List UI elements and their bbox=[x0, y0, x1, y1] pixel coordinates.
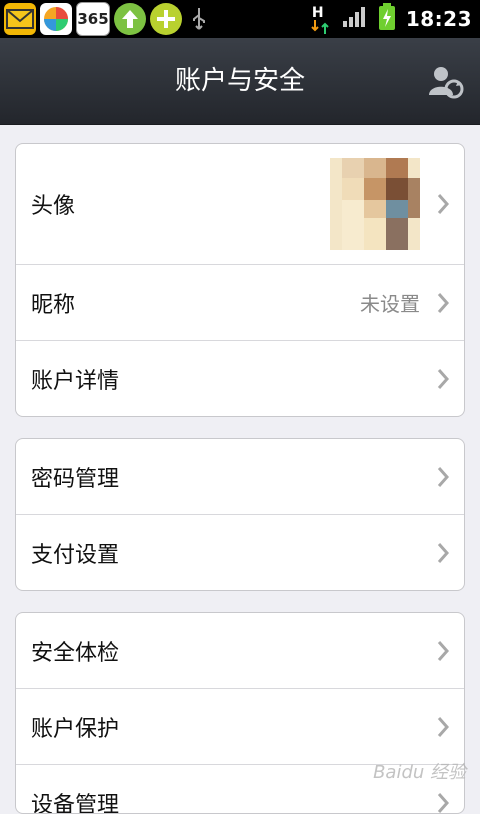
chevron-right-icon bbox=[437, 194, 450, 214]
colorful-app-icon bbox=[40, 3, 72, 35]
security-check-label: 安全体检 bbox=[31, 640, 120, 666]
network-letter: H bbox=[311, 5, 324, 21]
device-management-label: 设备管理 bbox=[31, 793, 120, 814]
payment-settings-row[interactable]: 支付设置 bbox=[16, 514, 464, 590]
password-management-label: 密码管理 bbox=[31, 466, 120, 492]
chevron-right-icon bbox=[437, 716, 450, 737]
page-title: 账户与安全 bbox=[174, 66, 305, 96]
account-protection-label: 账户保护 bbox=[31, 716, 120, 742]
security-check-row[interactable]: 安全体检 bbox=[16, 613, 464, 688]
title-bar: 账户与安全 bbox=[0, 38, 480, 125]
account-details-row[interactable]: 账户详情 bbox=[16, 340, 464, 416]
calendar-365-icon: 365 bbox=[76, 2, 110, 36]
nickname-label: 昵称 bbox=[31, 292, 76, 318]
status-bar: 365 H 18:23 bbox=[0, 0, 480, 38]
avatar-row[interactable]: 头像 bbox=[16, 144, 464, 264]
chevron-right-icon bbox=[437, 292, 450, 313]
signal-icon bbox=[342, 6, 368, 32]
chevron-right-icon bbox=[437, 542, 450, 563]
chevron-right-icon bbox=[437, 640, 450, 661]
nickname-value: 未设置 bbox=[360, 292, 420, 316]
usb-icon bbox=[186, 3, 212, 35]
plus-mail-icon bbox=[150, 3, 182, 35]
battery-charging-icon bbox=[378, 3, 396, 35]
network-h-icon: H bbox=[310, 3, 332, 35]
profile-group: 头像 昵称 未设置 账户详情 bbox=[15, 143, 465, 417]
notification-icons: 365 bbox=[4, 2, 212, 36]
clock: 18:23 bbox=[405, 7, 472, 31]
chevron-right-icon bbox=[437, 792, 450, 813]
system-icons: H 18:23 bbox=[310, 0, 472, 38]
upload-arrow-icon bbox=[114, 3, 146, 35]
account-protection-row[interactable]: 账户保护 bbox=[16, 688, 464, 764]
calendar-365-text: 365 bbox=[77, 10, 109, 28]
nickname-row[interactable]: 昵称 未设置 bbox=[16, 264, 464, 340]
user-sync-icon bbox=[429, 67, 464, 99]
avatar bbox=[330, 158, 420, 250]
watermark: Baidu 经验 bbox=[373, 762, 466, 783]
password-management-row[interactable]: 密码管理 bbox=[16, 439, 464, 514]
payment-settings-label: 支付设置 bbox=[31, 542, 120, 568]
mail-icon bbox=[4, 3, 36, 35]
user-sync-button[interactable] bbox=[426, 62, 466, 102]
chevron-right-icon bbox=[437, 368, 450, 389]
account-details-label: 账户详情 bbox=[31, 368, 120, 394]
security-settings-group: 密码管理 支付设置 bbox=[15, 438, 465, 591]
avatar-label: 头像 bbox=[31, 194, 76, 219]
chevron-right-icon bbox=[437, 466, 450, 487]
